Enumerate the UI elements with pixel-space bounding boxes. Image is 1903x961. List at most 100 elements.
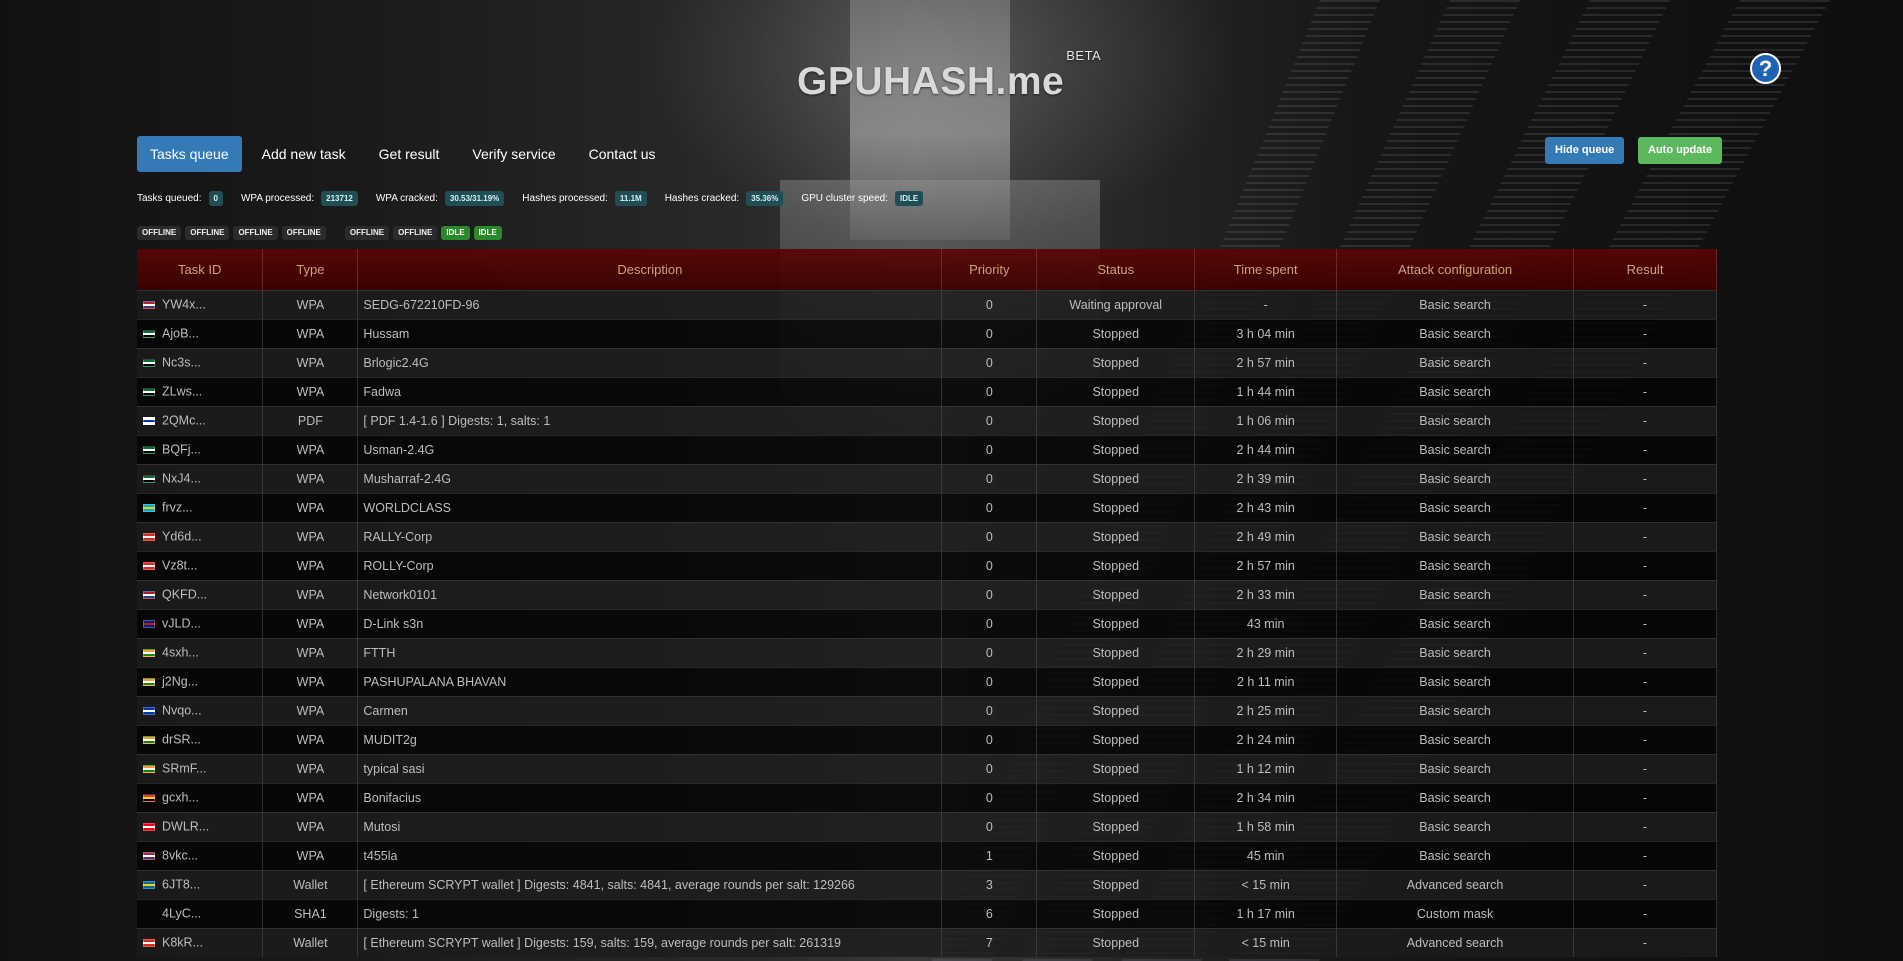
hide-queue-button[interactable]: Hide queue — [1545, 137, 1625, 164]
country-flag-icon — [143, 619, 155, 628]
task-id-text[interactable]: j2Ng... — [162, 675, 198, 689]
task-id-cell: drSR... — [137, 724, 264, 754]
col-header-description[interactable]: Description — [357, 249, 943, 290]
table-row[interactable]: 2QMc... PDF[ PDF 1.4-1.6 ] Digests: 1, sa… — [137, 405, 1717, 435]
stat-hashes-cracked: Hashes cracked: 35.36% — [665, 191, 784, 206]
type-cell: Wallet — [262, 927, 359, 957]
task-id-text[interactable]: drSR... — [162, 733, 201, 747]
table-row[interactable]: Nc3s... WPA Brlogic2.4G 0 Stopped 2 h 57 min B… — [137, 347, 1717, 377]
time-spent-cell: 1 h 12 min — [1194, 753, 1338, 783]
task-id-text[interactable]: vJLD... — [162, 617, 201, 631]
table-row[interactable]: BQFj... WPA Usman-2.4G 0 Stopped 2 h 44 min Ba… — [137, 434, 1717, 464]
country-flag-icon — [143, 532, 155, 541]
task-id-text[interactable]: gcxh... — [162, 791, 199, 805]
time-spent-cell: 2 h 24 min — [1194, 724, 1338, 754]
col-header-time-spent[interactable]: Time spent — [1194, 249, 1338, 290]
tab-contact-us[interactable]: Contact us — [576, 136, 669, 172]
attack-config-cell: Basic search — [1336, 608, 1575, 638]
tab-tasks-queue[interactable]: Tasks queue — [137, 136, 242, 172]
status-cell: Stopped — [1036, 376, 1196, 406]
task-id-text[interactable]: 4LyC... — [162, 907, 201, 921]
task-id-text[interactable]: DWLR... — [162, 820, 209, 834]
table-row[interactable]: SRmF... WPA typical sasi 0 Stopped 1 h 12 min… — [137, 753, 1717, 783]
priority-cell: 6 — [941, 898, 1038, 928]
site-logo[interactable]: GPUHASH.meBETA — [797, 48, 1101, 104]
task-id-cell: AjoB... — [137, 318, 264, 348]
stat-wpa-processed: WPA processed: 213712 — [241, 191, 358, 206]
priority-cell: 0 — [941, 289, 1038, 319]
node-status-badge: IDLE — [473, 226, 502, 240]
col-header-priority[interactable]: Priority — [941, 249, 1038, 290]
task-id-text[interactable]: frvz... — [162, 501, 193, 515]
time-spent-cell: 2 h 29 min — [1194, 637, 1338, 667]
priority-cell: 0 — [941, 492, 1038, 522]
table-row[interactable]: Nvqo... WPA Carmen 0 Stopped 2 h 25 min Basic … — [137, 695, 1717, 725]
result-cell: - — [1573, 724, 1717, 754]
auto-update-button[interactable]: Auto update — [1638, 137, 1723, 164]
table-row[interactable]: AjoB... WPA Hussam 0 Stopped 3 h 04 min Basic … — [137, 318, 1717, 348]
task-id-text[interactable]: Yd6d... — [162, 530, 202, 544]
tab-get-result[interactable]: Get result — [366, 136, 453, 172]
table-row[interactable]: 4sxh... WPA FTTH 0 Stopped 2 h 29 min Basic se… — [137, 637, 1717, 667]
time-spent-cell: 1 h 58 min — [1194, 811, 1338, 841]
time-spent-cell: 1 h 17 min — [1194, 898, 1338, 928]
col-header-task-id[interactable]: Task ID — [137, 249, 264, 290]
result-cell: - — [1573, 318, 1717, 348]
task-id-text[interactable]: Nc3s... — [162, 356, 201, 370]
attack-config-cell: Basic search — [1336, 666, 1575, 696]
country-flag-icon — [143, 387, 155, 396]
table-row[interactable]: 8vkc... WPA t455la 1 Stopped 45 min Basic sear… — [137, 840, 1717, 870]
tab-verify-service[interactable]: Verify service — [459, 136, 568, 172]
table-row[interactable]: vJLD... WPA D-Link s3n 0 Stopped 43 min Basic … — [137, 608, 1717, 638]
table-row[interactable]: gcxh... WPA Bonifacius 0 Stopped 2 h 34 min Ba… — [137, 782, 1717, 812]
table-row[interactable]: DWLR... WPA Mutosi 0 Stopped 1 h 58 min Basic … — [137, 811, 1717, 841]
table-row[interactable]: ZLws... WPA Fadwa 0 Stopped 1 h 44 min Basic s… — [137, 376, 1717, 406]
table-row[interactable]: K8kR... Wallet[ Ethereum SCRYPT wallet ] … — [137, 927, 1717, 957]
task-id-text[interactable]: BQFj... — [162, 443, 201, 457]
result-cell: - — [1573, 695, 1717, 725]
table-row[interactable]: 4LyC... SHA1 Digests: 1 6 Stopped 1 h 17 min C… — [137, 898, 1717, 928]
help-icon[interactable]: ? — [1750, 53, 1781, 84]
tasks-table: Task ID Type Description Priority Status… — [137, 249, 1717, 957]
task-id-text[interactable]: SRmF... — [162, 762, 206, 776]
table-row[interactable]: j2Ng... WPA PASHUPALANA BHAVAN 0 Stopped 2 h … — [137, 666, 1717, 696]
task-id-text[interactable]: QKFD... — [162, 588, 207, 602]
task-id-text[interactable]: YW4x... — [162, 298, 206, 312]
table-row[interactable]: NxJ4... WPA Musharraf-2.4G 0 Stopped 2 h 39 m… — [137, 463, 1717, 493]
status-cell: Stopped — [1036, 753, 1196, 783]
task-id-text[interactable]: 2QMc... — [162, 414, 206, 428]
col-header-result[interactable]: Result — [1573, 249, 1717, 290]
attack-config-cell: Basic search — [1336, 492, 1575, 522]
task-id-text[interactable]: ZLws... — [162, 385, 202, 399]
task-id-text[interactable]: 4sxh... — [162, 646, 199, 660]
table-row[interactable]: Yd6d... WPA RALLY-Corp 0 Stopped 2 h 49 min Ba… — [137, 521, 1717, 551]
task-id-text[interactable]: 8vkc... — [162, 849, 198, 863]
task-id-cell: Vz8t... — [137, 550, 264, 580]
task-id-text[interactable]: Nvqo... — [162, 704, 202, 718]
time-spent-cell: < 15 min — [1194, 927, 1338, 957]
table-row[interactable]: QKFD... WPA Network0101 0 Stopped 2 h 33 min B… — [137, 579, 1717, 609]
col-header-status[interactable]: Status — [1036, 249, 1196, 290]
table-row[interactable]: Vz8t... WPA ROLLY-Corp 0 Stopped 2 h 57 min Ba… — [137, 550, 1717, 580]
task-id-text[interactable]: 6JT8... — [162, 878, 200, 892]
task-id-text[interactable]: AjoB... — [162, 327, 199, 341]
task-id-text[interactable]: Vz8t... — [162, 559, 197, 573]
stat-wpa-cracked: WPA cracked: 30.53/31.19% — [376, 191, 505, 206]
task-id-text[interactable]: K8kR... — [162, 936, 203, 950]
table-row[interactable]: YW4x... WPA SEDG-672210FD-96 0 Waiting appro… — [137, 289, 1717, 319]
task-id-cell: SRmF... — [137, 753, 264, 783]
priority-cell: 0 — [941, 434, 1038, 464]
priority-cell: 0 — [941, 782, 1038, 812]
table-row[interactable]: frvz... WPA WORLDCLASS 0 Stopped 2 h 43 min Ba… — [137, 492, 1717, 522]
col-header-attack-config[interactable]: Attack configuration — [1336, 249, 1575, 290]
col-header-type[interactable]: Type — [262, 249, 359, 290]
time-spent-cell: 3 h 04 min — [1194, 318, 1338, 348]
task-id-text[interactable]: NxJ4... — [162, 472, 201, 486]
table-row[interactable]: 6JT8... Wallet[ Ethereum SCRYPT wallet ] … — [137, 869, 1717, 899]
status-cell: Stopped — [1036, 898, 1196, 928]
status-cell: Waiting approval — [1036, 289, 1196, 319]
country-flag-icon — [143, 677, 155, 686]
table-row[interactable]: drSR... WPA MUDIT2g 0 Stopped 2 h 24 min Basic… — [137, 724, 1717, 754]
tab-add-new-task[interactable]: Add new task — [249, 136, 359, 172]
main-nav: Tasks queue Add new task Get result Veri… — [137, 136, 676, 172]
